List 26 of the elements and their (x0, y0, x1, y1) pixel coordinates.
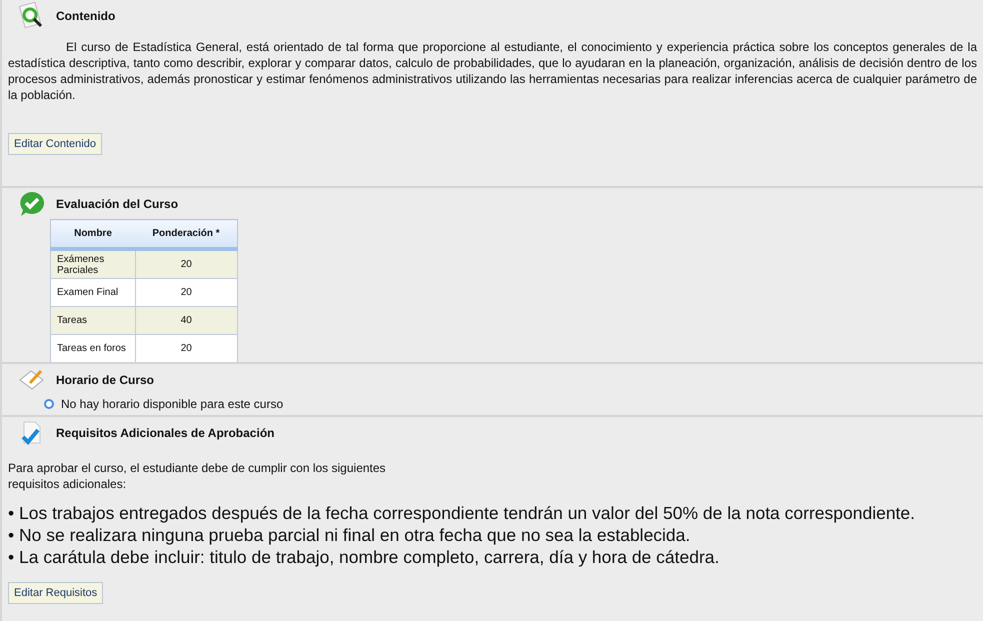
edit-button[interactable]: Editar Contenido (8, 133, 102, 155)
section-title: Contenido (56, 9, 116, 23)
intro-text: Para aprobar el curso, el estudiante debe de cumplir con los siguientes (8, 460, 387, 476)
section-title: Evaluación del Curso (56, 197, 178, 211)
table-cell: 20 (135, 249, 238, 278)
requirement-item: • La carátula debe incluir: titulo de trabajo, nombre completo, carrera, día y hora de cátedra. (8, 546, 720, 568)
bullet-icon (44, 399, 54, 409)
table-cell: Exámenes Parciales (50, 249, 135, 278)
column-header: Ponderación * (135, 220, 238, 249)
table-cell: 40 (135, 306, 238, 334)
requirement-item: • No se realizara ninguna prueba parcial ni final en otra fecha que no sea la establecida. (8, 524, 692, 546)
intro-text: requisitos adicionales: (8, 476, 128, 492)
requirement-item: • Los trabajos entregados después de la fecha correspondiente tendrán un valor del 50% de la nota correspondiente. (8, 502, 916, 524)
section-title: Horario de Curso (56, 373, 154, 387)
table-cell: Tareas en foros (50, 334, 135, 362)
section-title: Requisitos Adicionales de Aprobación (56, 426, 274, 440)
table-cell: 20 (135, 278, 238, 306)
schedule-note: No hay horario disponible para este curso (61, 397, 284, 411)
edit-button[interactable]: Editar Requisitos (8, 582, 104, 604)
course-description: El curso de Estadística General, está orientado de tal forma que proporcione al estudiante, el conocimiento y experiencia práctica sobre los conceptos generales de la estadística descriptiva, tanto como describir, explorar y comparar datos, calculo de probabilidades, que lo ayudaran en la planeación, organización, análisis de decisión dentro de los procesos administrativos, además pronosticar y estimar fenómenos administrativos utilizando las herramientas necesarias para realizar inferencias acerca de cualquier parámetro de la población. (8, 39, 977, 103)
table-cell: 20 (135, 334, 238, 362)
note-pencil-icon (18, 368, 46, 392)
checkmark-icon (18, 190, 46, 218)
column-header: Nombre (50, 220, 135, 249)
table-cell: Examen Final (50, 278, 135, 306)
table-cell: Tareas (50, 306, 135, 334)
